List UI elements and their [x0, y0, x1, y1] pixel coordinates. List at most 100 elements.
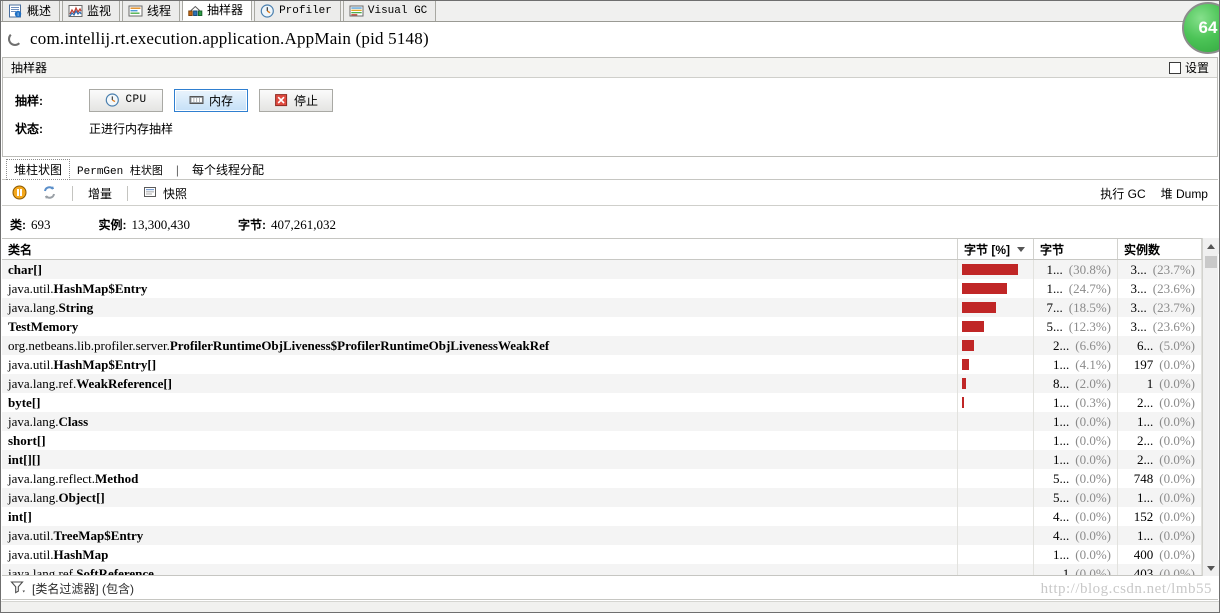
tab-监视[interactable]: 监视: [62, 0, 121, 21]
scroll-up-button[interactable]: [1203, 238, 1219, 254]
cell-bytes-bar: [958, 507, 1034, 526]
table-row[interactable]: java.lang.ref. WeakReference[] 8... (2.0%) 1…: [2, 374, 1218, 393]
subtab-2[interactable]: 每个线程分配: [185, 160, 271, 179]
pause-icon: [12, 185, 27, 203]
sampling-button-stop[interactable]: 停止: [259, 88, 333, 112]
table-row[interactable]: java.util. HashMap$Entry 1... (24.7%) 3... (2…: [2, 279, 1218, 298]
heap-histogram-table: 类名 字节 [%] 字节 实例数 char[] 1... (30.8%) 3... (23.7…: [2, 238, 1218, 576]
sampler-panel-body: 抽样: CPU 内存 停止 状态: 正进行内存抽样: [3, 78, 1217, 142]
sampler-icon: [188, 3, 203, 17]
sampling-button-clock[interactable]: CPU: [89, 88, 163, 112]
table-row[interactable]: java.lang. Class 1... (0.0%) 1... (0.0%): [2, 412, 1218, 431]
scrollbar-thumb[interactable]: [1205, 256, 1217, 268]
delta-button[interactable]: 增量: [84, 184, 116, 203]
filter-icon[interactable]: [10, 580, 26, 597]
application-titlebar: com.intellij.rt.execution.application.Ap…: [0, 23, 1220, 55]
stat-value: 407,261,032: [271, 216, 336, 232]
subtab-1[interactable]: PermGen 柱状图: [70, 161, 170, 179]
bytes-bar-fill: [962, 378, 966, 389]
class-name-filter-bar[interactable]: [类名过滤器] (包含): [2, 578, 1218, 600]
cell-class-name: java.lang. String: [2, 298, 958, 317]
cell-bytes-percent: (6.6%): [1075, 337, 1111, 353]
snapshot-button[interactable]: 快照: [139, 184, 191, 203]
class-package: java.util.: [8, 546, 54, 562]
stat-label: 字节:: [238, 217, 266, 232]
class-package: java.lang.ref.: [8, 375, 77, 391]
tab-label: Visual GC: [367, 4, 428, 17]
sampler-subtabs: 堆柱状图 PermGen 柱状图 | 每个线程分配: [2, 159, 1218, 180]
class-simple-name: TestMemory: [8, 318, 79, 334]
tab-线程[interactable]: 线程: [122, 0, 181, 21]
cell-bytes-bar: [958, 355, 1034, 374]
cell-bytes-value: 5...: [1053, 489, 1070, 505]
tab-概述[interactable]: i 概述: [2, 0, 61, 21]
cell-instances: 2... (0.0%): [1118, 450, 1202, 469]
cell-bytes-value: 1...: [1046, 280, 1063, 296]
table-row[interactable]: java.util. TreeMap$Entry 4... (0.0%) 1... (0.…: [2, 526, 1218, 545]
tab-profiler[interactable]: Profiler: [254, 0, 341, 21]
bytes-bar-fill: [962, 397, 964, 408]
cell-bytes: 4... (0.0%): [1034, 526, 1118, 545]
cell-bytes-value: 5...: [1053, 470, 1070, 486]
column-header-bar[interactable]: 字节 [%]: [958, 239, 1034, 259]
cell-instances: 1 (0.0%): [1118, 374, 1202, 393]
subtab-separator: |: [175, 162, 179, 177]
tab-抽样器[interactable]: 抽样器: [182, 0, 253, 21]
cell-instances-value: 400: [1133, 546, 1154, 562]
refresh-button[interactable]: [38, 184, 61, 204]
chevron-down-icon: [1207, 565, 1215, 571]
table-row[interactable]: java.lang.ref. SoftReference 1 (0.0%) 403 (0.…: [2, 564, 1218, 576]
state-label: 状态:: [15, 121, 43, 136]
table-row[interactable]: short[] 1... (0.0%) 2... (0.0%): [2, 431, 1218, 450]
cell-bytes: 7... (18.5%): [1034, 298, 1118, 317]
cell-class-name: char[]: [2, 260, 958, 279]
cell-bytes-percent: (0.3%): [1075, 394, 1111, 410]
tab-visual-gc[interactable]: Visual GC: [342, 0, 437, 21]
table-row[interactable]: byte[] 1... (0.3%) 2... (0.0%): [2, 393, 1218, 412]
table-row[interactable]: java.util. HashMap$Entry[] 1... (4.1%) 197 (0…: [2, 355, 1218, 374]
filter-text[interactable]: [类名过滤器] (包含): [32, 580, 134, 597]
table-vertical-scrollbar[interactable]: [1202, 238, 1219, 576]
checkbox-icon[interactable]: [1168, 61, 1181, 74]
table-row[interactable]: java.util. HashMap 1... (0.0%) 400 (0.0%): [2, 545, 1218, 564]
table-row[interactable]: char[] 1... (30.8%) 3... (23.7%): [2, 260, 1218, 279]
cell-instances-percent: (0.0%): [1159, 451, 1195, 467]
table-row[interactable]: java.lang. String 7... (18.5%) 3... (23.7%): [2, 298, 1218, 317]
table-row[interactable]: java.lang.reflect. Method 5... (0.0%) 748 (0.…: [2, 469, 1218, 488]
table-row[interactable]: org.netbeans.lib.profiler.server. Profile…: [2, 336, 1218, 355]
table-row[interactable]: TestMemory 5... (12.3%) 3... (23.6%): [2, 317, 1218, 336]
column-header-bytes[interactable]: 字节: [1034, 239, 1118, 259]
column-header-instances[interactable]: 实例数: [1118, 239, 1202, 259]
sort-descending-icon: [1017, 246, 1025, 252]
perform-gc-button[interactable]: 执行 GC: [1096, 184, 1149, 203]
settings-checkbox[interactable]: 设置: [1168, 59, 1209, 76]
refresh-icon: [42, 185, 57, 203]
table-row[interactable]: int[][] 1... (0.0%) 2... (0.0%): [2, 450, 1218, 469]
class-simple-name: HashMap: [53, 546, 109, 562]
table-row[interactable]: int[] 4... (0.0%) 152 (0.0%): [2, 507, 1218, 526]
heap-dump-button[interactable]: 堆 Dump: [1157, 184, 1212, 203]
cell-bytes-bar: [958, 412, 1034, 431]
cell-instances-percent: (23.7%): [1152, 261, 1195, 277]
column-header-class[interactable]: 类名: [2, 239, 958, 259]
scroll-down-button[interactable]: [1203, 560, 1219, 576]
threads-icon: [128, 4, 143, 18]
sampling-label: 抽样:: [15, 93, 43, 108]
class-simple-name: short[]: [8, 432, 46, 448]
class-simple-name: HashMap$Entry[]: [53, 356, 157, 372]
stat-label: 实例:: [98, 217, 127, 232]
cell-instances-percent: (0.0%): [1159, 413, 1195, 429]
cell-instances-percent: (0.0%): [1159, 375, 1195, 391]
sampler-panel-header: 抽样器 设置: [3, 58, 1217, 78]
class-package: java.lang.ref.: [8, 565, 77, 576]
stat-value: 13,300,430: [131, 216, 191, 232]
sampling-button-label: 内存: [208, 93, 233, 108]
table-row[interactable]: java.lang. Object[] 5... (0.0%) 1... (0.0%): [2, 488, 1218, 507]
cell-bytes-value: 1...: [1046, 261, 1063, 277]
cell-class-name: java.util. HashMap: [2, 545, 958, 564]
cell-class-name: byte[]: [2, 393, 958, 412]
pause-button[interactable]: [8, 184, 31, 204]
subtab-0[interactable]: 堆柱状图: [6, 159, 71, 180]
cell-bytes-value: 1...: [1053, 546, 1070, 562]
sampling-button-memory[interactable]: 内存: [174, 88, 248, 112]
